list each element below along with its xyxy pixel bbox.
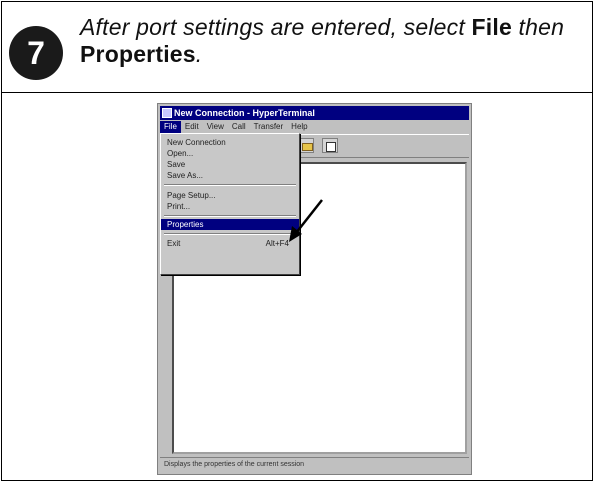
menu-transfer[interactable]: Transfer xyxy=(250,121,288,133)
menu-edit[interactable]: Edit xyxy=(181,121,203,133)
menu-item-new-connection[interactable]: New Connection xyxy=(161,137,299,148)
menu-item-page-setup[interactable]: Page Setup... xyxy=(161,190,299,201)
menu-call[interactable]: Call xyxy=(228,121,250,133)
step-header: 7 After port settings are entered, selec… xyxy=(2,2,592,93)
menu-separator xyxy=(164,184,296,186)
file-menu-dropdown: New Connection Open... Save Save As... P… xyxy=(160,133,300,275)
step-number-badge: 7 xyxy=(9,26,63,80)
open-folder-icon[interactable] xyxy=(298,138,314,153)
instruction-text-2: then xyxy=(511,14,565,40)
hyperterminal-app-icon xyxy=(162,108,172,118)
menu-item-properties[interactable]: Properties xyxy=(161,219,299,230)
hyperterminal-screenshot: New Connection - HyperTerminal File Edit V… xyxy=(157,103,472,475)
step-instruction: After port settings are entered, select … xyxy=(80,14,585,68)
menu-item-save-as[interactable]: Save As... xyxy=(161,170,299,181)
instruction-text-1: After port settings are entered, select xyxy=(80,14,472,40)
window-title-bar: New Connection - HyperTerminal xyxy=(160,106,469,120)
menu-item-save[interactable]: Save xyxy=(161,159,299,170)
window-title: New Connection - HyperTerminal xyxy=(174,108,315,118)
menu-help[interactable]: Help xyxy=(287,121,311,133)
menu-separator xyxy=(164,215,296,217)
menu-item-open[interactable]: Open... xyxy=(161,148,299,159)
menu-file[interactable]: File xyxy=(160,121,181,133)
instruction-file-keyword: File xyxy=(471,14,512,40)
instruction-properties-keyword: Properties xyxy=(80,41,196,67)
menu-view[interactable]: View xyxy=(203,121,228,133)
instruction-period: . xyxy=(195,41,203,67)
menu-separator xyxy=(164,233,296,235)
menu-item-exit[interactable]: Exit Alt+F4 xyxy=(161,238,299,249)
status-bar: Displays the properties of the current s… xyxy=(160,457,469,472)
properties-icon[interactable] xyxy=(322,138,338,153)
menu-item-print[interactable]: Print... xyxy=(161,201,299,212)
menu-bar: File Edit View Call Transfer Help xyxy=(160,121,469,133)
